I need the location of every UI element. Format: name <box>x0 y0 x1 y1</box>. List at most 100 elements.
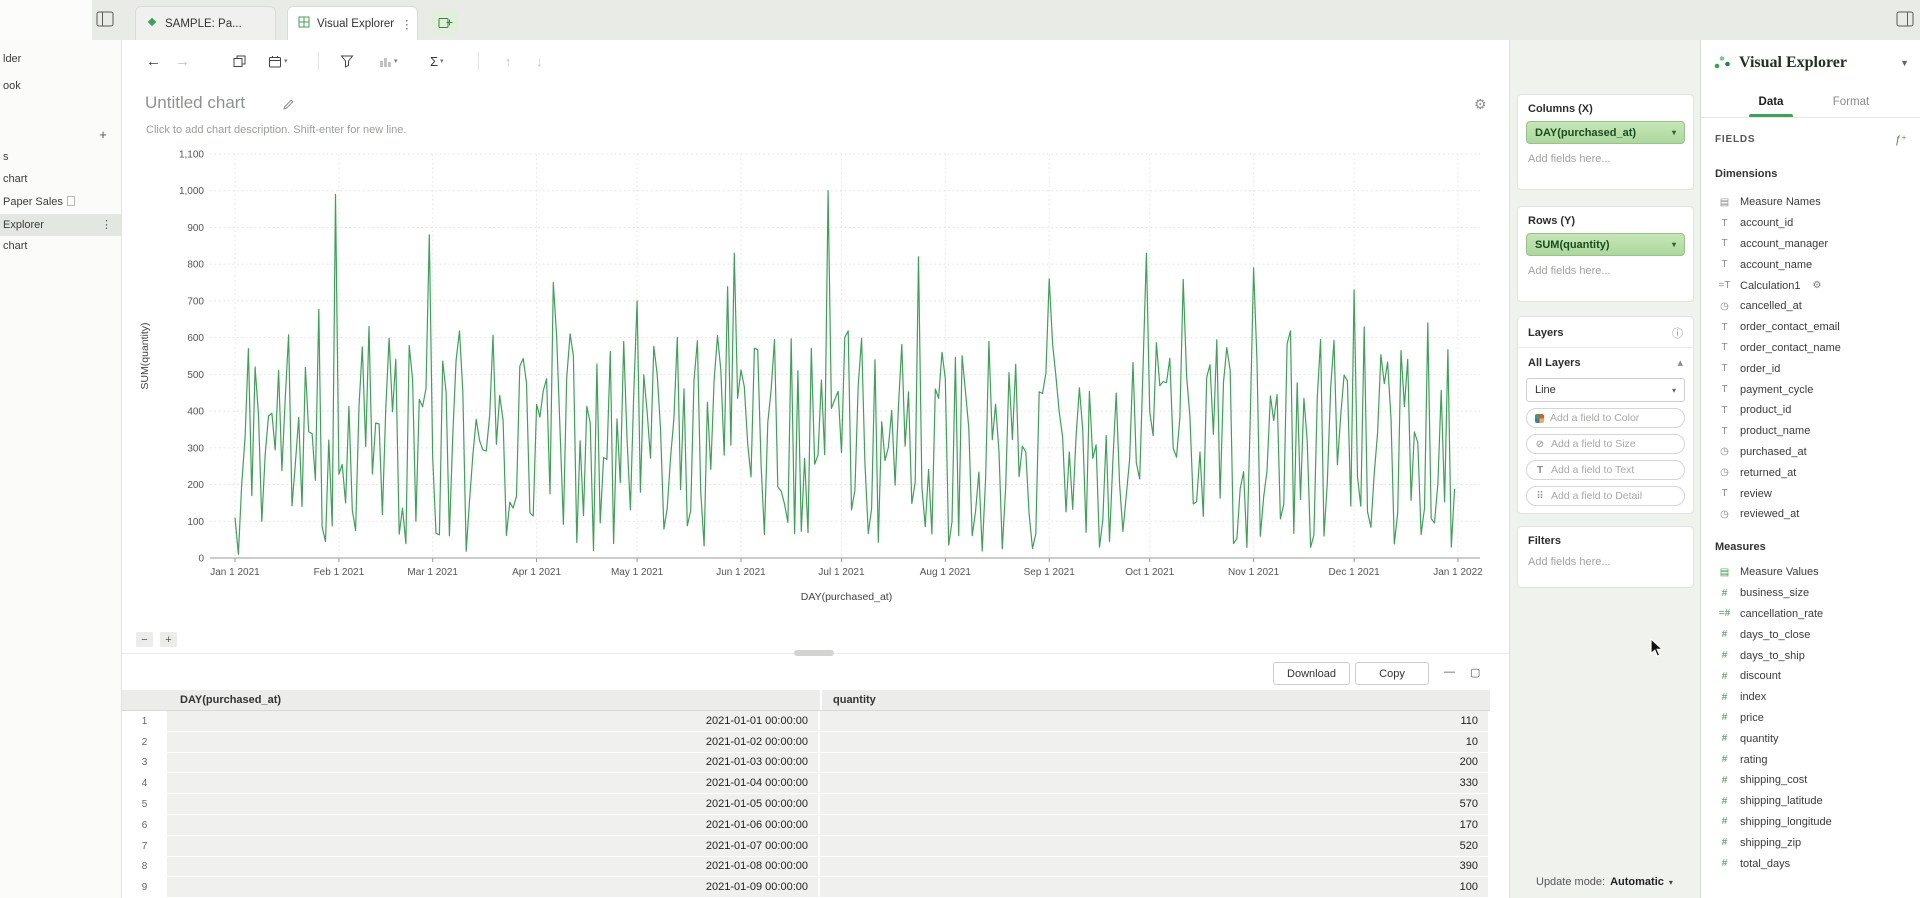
rows-field-pill[interactable]: SUM(quantity)▾ <box>1526 233 1685 256</box>
field-item-product-name[interactable]: Tproduct_name <box>1701 421 1920 442</box>
field-item-total-days[interactable]: #total_days <box>1701 853 1920 874</box>
filters-label: Filters <box>1518 527 1693 547</box>
filters-add-fields-dropzone[interactable]: Add fields here... <box>1518 547 1693 568</box>
field-item-calculation1[interactable]: =TCalculation1⚙ <box>1701 275 1920 296</box>
collapse-table-icon[interactable]: — <box>1444 666 1455 678</box>
chart-title[interactable]: Untitled chart <box>145 93 245 113</box>
filter-button[interactable] <box>340 49 354 73</box>
download-button[interactable]: Download <box>1273 662 1350 685</box>
field-item-price[interactable]: #price <box>1701 708 1920 729</box>
item-menu-icon[interactable]: ⋮ <box>101 214 112 236</box>
field-item-cancelled-at[interactable]: ◷cancelled_at <box>1701 296 1920 317</box>
forward-button[interactable]: → <box>175 49 190 73</box>
field-item-shipping-latitude[interactable]: #shipping_latitude <box>1701 791 1920 812</box>
field-item-shipping-cost[interactable]: #shipping_cost <box>1701 770 1920 791</box>
field-item-account-name[interactable]: Taccount_name <box>1701 254 1920 275</box>
table-row[interactable]: 32021-01-03 00:00:00200 <box>122 753 1490 774</box>
chevron-up-icon[interactable]: ▴ <box>1677 356 1683 369</box>
field-item-measure-values[interactable]: ▤Measure Values <box>1701 562 1920 583</box>
field-item-order-contact-name[interactable]: Torder_contact_name <box>1701 338 1920 359</box>
quantity-column-header[interactable]: quantity <box>820 690 1488 710</box>
detail-field-well[interactable]: ⠿ Add a field to Detail <box>1526 486 1685 506</box>
sort-ascending-button[interactable]: ↑ <box>505 49 512 73</box>
field-item-days-to-ship[interactable]: #days_to_ship <box>1701 645 1920 666</box>
zoom-in-button[interactable]: + <box>160 632 177 647</box>
date-granularity-button[interactable]: ▾ <box>268 49 288 73</box>
update-mode-value[interactable]: Automatic <box>1610 876 1664 888</box>
field-item-rating[interactable]: #rating <box>1701 749 1920 770</box>
field-item-payment-cycle[interactable]: Tpayment_cycle <box>1701 379 1920 400</box>
sidebar-item-visual-explorer-selected[interactable]: Explorer ⋮ <box>0 214 122 236</box>
columns-add-fields-dropzone[interactable]: Add fields here... <box>1518 144 1693 165</box>
field-item-purchased-at[interactable]: ◷purchased_at <box>1701 442 1920 463</box>
field-item-days-to-close[interactable]: #days_to_close <box>1701 624 1920 645</box>
tab-format[interactable]: Format <box>1811 86 1891 117</box>
sidebar-item-workbook[interactable]: ook <box>0 76 122 96</box>
info-icon[interactable]: ⓘ <box>1672 325 1683 341</box>
field-item-review[interactable]: Treview <box>1701 483 1920 504</box>
zoom-out-button[interactable]: − <box>136 632 153 647</box>
field-item-index[interactable]: #index <box>1701 687 1920 708</box>
field-item-business-size[interactable]: #business_size <box>1701 583 1920 604</box>
sidebar-item-chart-2[interactable]: chart <box>0 236 122 256</box>
field-item-product-id[interactable]: Tproduct_id <box>1701 400 1920 421</box>
field-item-returned-at[interactable]: ◷returned_at <box>1701 462 1920 483</box>
field-item-account-manager[interactable]: Taccount_manager <box>1701 234 1920 255</box>
tab-sample-paper-sales[interactable]: SAMPLE: Pa... <box>135 6 276 40</box>
field-item-order-id[interactable]: Torder_id <box>1701 358 1920 379</box>
line-chart[interactable]: 01002003004005006007008009001,0001,100Ja… <box>122 140 1509 610</box>
back-button[interactable]: ← <box>146 49 161 73</box>
svg-text:Oct 1 2021: Oct 1 2021 <box>1125 567 1174 578</box>
field-item-cancellation-rate[interactable]: =#cancellation_rate <box>1701 604 1920 625</box>
field-item-shipping-longitude[interactable]: #shipping_longitude <box>1701 812 1920 833</box>
sidebar-item-s[interactable]: s <box>0 147 122 167</box>
table-row[interactable]: 92021-01-09 00:00:00100 <box>122 877 1490 898</box>
field-item-measure-names[interactable]: ▤Measure Names <box>1701 192 1920 213</box>
table-row[interactable]: 72021-01-07 00:00:00520 <box>122 836 1490 857</box>
aggregate-button[interactable]: Σ ▾ <box>430 49 444 73</box>
field-item-quantity[interactable]: #quantity <box>1701 728 1920 749</box>
color-field-well[interactable]: Add a field to Color <box>1526 408 1685 428</box>
edit-title-pencil-icon[interactable] <box>282 98 295 114</box>
field-item-account-id[interactable]: Taccount_id <box>1701 213 1920 234</box>
text-field-well[interactable]: T Add a field to Text <box>1526 460 1685 480</box>
chevron-down-icon: ▾ <box>1669 878 1673 887</box>
sidebar-item-folder[interactable]: lder <box>0 49 122 69</box>
collapse-sidebar-icon[interactable] <box>96 11 114 27</box>
size-field-well[interactable]: ⊘ Add a field to Size <box>1526 434 1685 454</box>
field-item-shipping-zip[interactable]: #shipping_zip <box>1701 832 1920 853</box>
add-item-button[interactable]: + <box>94 126 112 144</box>
chart-type-button[interactable]: ▾ <box>379 49 398 73</box>
copy-button[interactable]: Copy <box>1355 662 1429 685</box>
rows-add-fields-dropzone[interactable]: Add fields here... <box>1518 256 1693 277</box>
expand-table-icon[interactable]: ▢ <box>1470 666 1480 679</box>
table-row[interactable]: 62021-01-06 00:00:00170 <box>122 815 1490 836</box>
row-number: 9 <box>122 877 167 898</box>
sidebar-item-paper-sales[interactable]: Paper Sales <box>0 192 122 212</box>
sort-descending-button[interactable]: ↓ <box>536 49 543 73</box>
collapse-panel-icon[interactable] <box>1896 11 1914 27</box>
tab-data[interactable]: Data <box>1731 86 1811 117</box>
field-item-reviewed-at[interactable]: ◷reviewed_at <box>1701 504 1920 525</box>
add-formula-icon[interactable]: ƒ⁺ <box>1895 133 1907 146</box>
mark-type-select[interactable]: Line▾ <box>1526 378 1685 402</box>
tab-menu-icon[interactable]: ⋮ <box>401 17 413 31</box>
table-row[interactable]: 22021-01-02 00:00:0010 <box>122 732 1490 753</box>
tab-visual-explorer[interactable]: Visual Explorer ⋮ <box>287 6 418 40</box>
table-row[interactable]: 52021-01-05 00:00:00570 <box>122 794 1490 815</box>
table-row[interactable]: 82021-01-08 00:00:00390 <box>122 857 1490 878</box>
panel-splitter-handle[interactable] <box>794 650 834 656</box>
gear-icon[interactable]: ⚙ <box>1813 280 1822 291</box>
chart-settings-gear-icon[interactable]: ⚙ <box>1474 96 1487 113</box>
table-row[interactable]: 12021-01-01 00:00:00110 <box>122 711 1490 732</box>
duplicate-button[interactable] <box>233 49 246 73</box>
new-tab-button[interactable] <box>431 9 459 35</box>
chevron-down-icon[interactable]: ▼ <box>1900 58 1909 68</box>
field-item-order-contact-email[interactable]: Torder_contact_email <box>1701 317 1920 338</box>
table-row[interactable]: 42021-01-04 00:00:00330 <box>122 773 1490 794</box>
sidebar-item-chart[interactable]: chart <box>0 169 122 189</box>
chart-description-placeholder[interactable]: Click to add chart description. Shift-en… <box>146 124 406 136</box>
columns-field-pill[interactable]: DAY(purchased_at)▾ <box>1526 121 1685 144</box>
field-item-discount[interactable]: #discount <box>1701 666 1920 687</box>
date-column-header[interactable]: DAY(purchased_at) <box>167 690 820 710</box>
